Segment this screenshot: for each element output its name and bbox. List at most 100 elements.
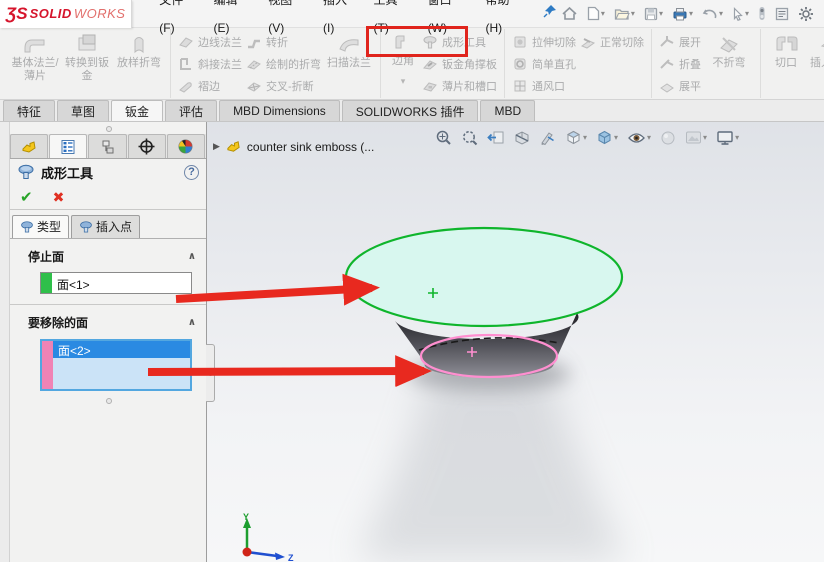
tab-mbd-label: MBD bbox=[494, 104, 521, 118]
normal-cut-button[interactable]: 正常切除 bbox=[578, 31, 646, 53]
tab-configurationmanager[interactable] bbox=[88, 134, 126, 158]
tab-solidworks-addins[interactable]: SOLIDWORKS 插件 bbox=[342, 100, 479, 121]
view-settings-button[interactable]: ▾ bbox=[716, 130, 739, 146]
tab-and-slot-button[interactable]: 薄片和槽口 bbox=[420, 75, 499, 97]
miter-flange-button[interactable]: 斜接法兰 bbox=[176, 53, 244, 75]
convert-to-sheetmetal-button[interactable]: 转换到钣金 bbox=[61, 29, 113, 98]
tab-sheet-metal-label: 钣金 bbox=[125, 103, 149, 120]
home-button[interactable] bbox=[559, 4, 580, 23]
corner-caret[interactable]: ▾ bbox=[401, 76, 406, 86]
menu-edit[interactable]: 编辑(E) bbox=[204, 0, 259, 42]
undo-button[interactable]: ▾ bbox=[700, 5, 725, 22]
fold-button[interactable]: 折叠 bbox=[657, 53, 703, 75]
save-button[interactable]: ▾ bbox=[642, 5, 665, 23]
remove-faces-collapse-chevron[interactable]: ∧ bbox=[188, 317, 196, 328]
vent-button[interactable]: 通风口 bbox=[510, 75, 578, 97]
apply-scene-button[interactable]: ▾ bbox=[685, 130, 707, 145]
tab-sheet-metal[interactable]: 钣金 bbox=[111, 100, 163, 121]
task-list-icon bbox=[775, 7, 789, 21]
menu-file[interactable]: 文件(F) bbox=[150, 0, 204, 42]
menu-tools[interactable]: 工具(T) bbox=[365, 0, 419, 42]
view-orientation-button[interactable]: ▾ bbox=[565, 129, 587, 146]
subtab-type[interactable]: 类型 bbox=[12, 215, 69, 238]
zoom-fit-button[interactable] bbox=[435, 129, 452, 146]
open-button[interactable]: ▾ bbox=[612, 5, 637, 23]
ok-button[interactable]: ✔ bbox=[20, 188, 33, 206]
tab-solidworks-addins-label: SOLIDWORKS 插件 bbox=[356, 103, 465, 120]
flatten-button[interactable]: 展平 bbox=[657, 75, 703, 97]
settings-button[interactable] bbox=[796, 4, 816, 24]
check-icon: ✔ bbox=[20, 189, 33, 206]
zoom-area-button[interactable] bbox=[461, 129, 478, 146]
section-view-button[interactable] bbox=[514, 130, 530, 146]
hide-show-items-button[interactable]: ▾ bbox=[627, 131, 651, 145]
stop-face-collapse-chevron[interactable]: ∧ bbox=[188, 251, 196, 262]
listbox-resize-handle[interactable] bbox=[106, 398, 112, 404]
base-flange-icon bbox=[22, 32, 48, 56]
annotation-view-button[interactable] bbox=[539, 130, 556, 146]
rip-button[interactable]: 切口 bbox=[766, 29, 806, 98]
tab-evaluate[interactable]: 评估 bbox=[165, 100, 217, 121]
tab-mbd-dimensions[interactable]: MBD Dimensions bbox=[219, 100, 340, 121]
panel-splitter-handle[interactable] bbox=[206, 344, 215, 402]
subtab-insert-point-label: 插入点 bbox=[96, 218, 132, 235]
selected-stop-face[interactable] bbox=[346, 228, 622, 326]
select-button[interactable]: ▾ bbox=[730, 5, 751, 23]
menu-insert[interactable]: 插入(I) bbox=[314, 0, 364, 42]
gusset-button[interactable]: 钣金角撑板 bbox=[420, 53, 499, 75]
new-document-button[interactable]: ▾ bbox=[585, 4, 607, 23]
view-settings-monitor-icon bbox=[716, 130, 734, 146]
sketched-bend-button[interactable]: 绘制的折弯 bbox=[244, 53, 323, 75]
menu-view[interactable]: 视图(V) bbox=[259, 0, 314, 42]
options-list-button[interactable] bbox=[773, 5, 791, 23]
toggle-visibility-button[interactable] bbox=[756, 4, 768, 23]
previous-view-button[interactable] bbox=[487, 130, 505, 145]
print-button[interactable]: ▾ bbox=[670, 5, 695, 23]
cancel-button[interactable]: ✖ bbox=[53, 189, 65, 206]
unfold-button[interactable]: 展开 bbox=[657, 31, 703, 53]
tab-dimxpertmanager[interactable] bbox=[128, 134, 166, 158]
subtab-insert-point[interactable]: 插入点 bbox=[71, 215, 140, 238]
quick-toolbar: ▾ ▾ ▾ ▾ ▾ ▾ bbox=[559, 4, 816, 24]
main-area: 成形工具 ? ✔ ✖ 类型 插入点 停止面 ∧ 面<1> 要 bbox=[0, 122, 824, 562]
display-style-button[interactable]: ▾ bbox=[596, 129, 618, 146]
tab-displaymanager[interactable] bbox=[167, 134, 205, 158]
tree-item-part-name[interactable]: counter sink emboss (... bbox=[247, 140, 374, 154]
hide-show-caret[interactable]: ▾ bbox=[647, 133, 651, 142]
panel-drag-handle[interactable] bbox=[106, 126, 112, 132]
graphics-viewport[interactable]: ▾ ▾ ▾ ▾ ▾ ▶ counter sink emboss (... Y Z bbox=[207, 122, 824, 562]
hem-button[interactable]: 褶边 bbox=[176, 75, 244, 97]
base-flange-button[interactable]: 基体法兰/薄片 bbox=[9, 29, 61, 98]
stop-face-color-bar bbox=[41, 273, 52, 293]
cross-break-icon bbox=[246, 78, 262, 94]
cross-break-button[interactable]: 交叉-折断 bbox=[244, 75, 323, 97]
lofted-bend-label: 放样折弯 bbox=[117, 57, 161, 70]
tree-expand-arrow[interactable]: ▶ bbox=[213, 141, 220, 152]
model-canvas[interactable] bbox=[207, 122, 821, 562]
edit-appearance-button[interactable] bbox=[660, 130, 676, 146]
form-tool-type-icon bbox=[20, 220, 34, 234]
apply-scene-caret[interactable]: ▾ bbox=[703, 133, 707, 142]
stop-face-listbox[interactable]: 面<1> bbox=[40, 272, 192, 294]
stop-face-item[interactable]: 面<1> bbox=[52, 273, 95, 293]
view-orientation-caret[interactable]: ▾ bbox=[583, 133, 587, 142]
menu-help[interactable]: 帮助(H) bbox=[477, 0, 532, 42]
insert-bends-button[interactable]: 插入折弯 bbox=[806, 29, 824, 98]
help-button[interactable]: ? bbox=[184, 165, 199, 180]
view-settings-caret[interactable]: ▾ bbox=[735, 133, 739, 142]
simple-hole-button[interactable]: 简单直孔 bbox=[510, 53, 578, 75]
form-tool-insert-icon bbox=[79, 220, 93, 234]
sketched-bend-label: 绘制的折弯 bbox=[266, 56, 321, 72]
save-icon bbox=[644, 7, 658, 21]
remove-faces-item[interactable]: 面<2> bbox=[53, 341, 190, 358]
tab-propertymanager[interactable] bbox=[49, 134, 87, 158]
no-bends-button[interactable]: 不折弯 bbox=[703, 29, 755, 98]
tab-features[interactable]: 特征 bbox=[3, 100, 55, 121]
display-style-caret[interactable]: ▾ bbox=[614, 133, 618, 142]
tab-featuremanager[interactable] bbox=[10, 134, 48, 158]
tab-mbd[interactable]: MBD bbox=[480, 100, 535, 121]
pin-menu-button[interactable] bbox=[542, 3, 559, 24]
menu-window[interactable]: 窗口(W) bbox=[419, 0, 477, 42]
remove-faces-listbox[interactable]: 面<2> bbox=[40, 339, 192, 391]
tab-sketch[interactable]: 草图 bbox=[57, 100, 109, 121]
